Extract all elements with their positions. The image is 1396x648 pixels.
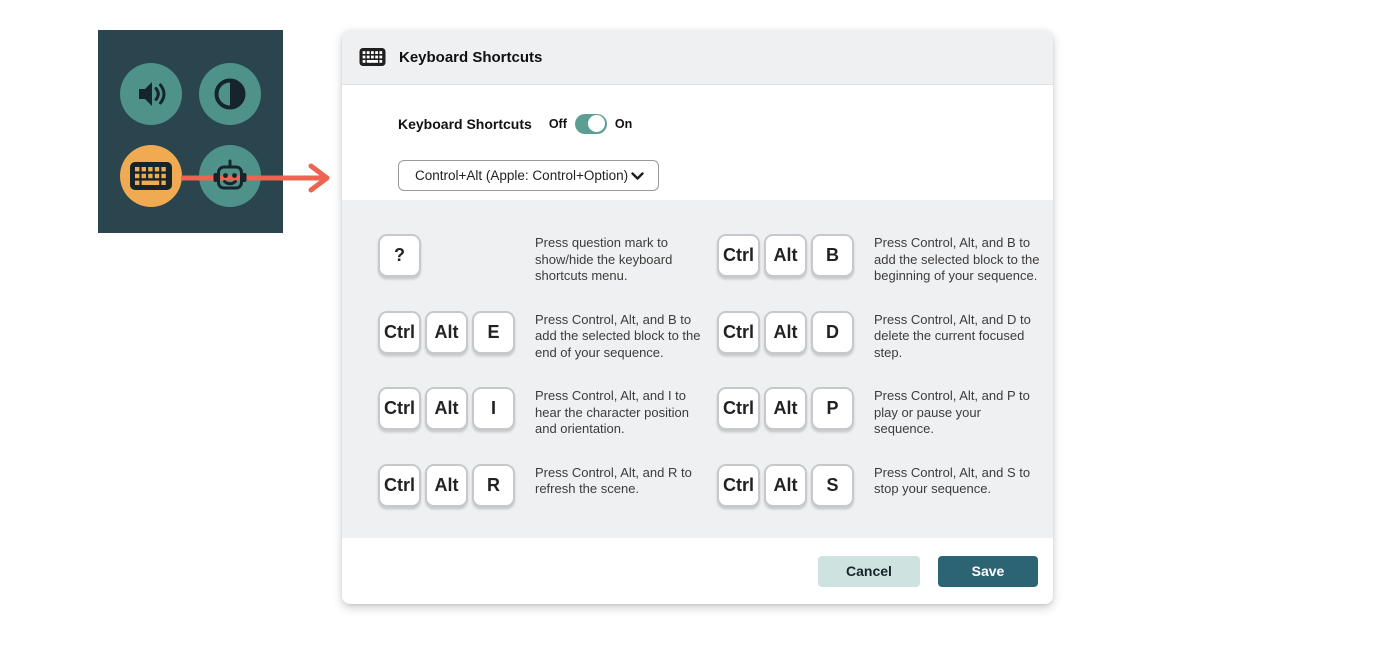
shortcut-keys: CtrlAltR [378,464,535,507]
shortcuts-column-right: CtrlAltB Press Control, Alt, and B to ad… [717,234,1044,538]
keycap: Ctrl [717,311,760,354]
keycap: Alt [425,311,468,354]
keyboard-shortcuts-dialog: Keyboard Shortcuts Keyboard Shortcuts Of… [342,30,1053,604]
keycap: Alt [764,234,807,277]
contrast-button[interactable] [199,63,261,125]
toggle-knob [588,115,605,132]
keycap: E [472,311,515,354]
shortcut-description: Press question mark to show/hide the key… [535,234,705,285]
dialog-title: Keyboard Shortcuts [399,49,542,66]
shortcut-description: Press Control, Alt, and B to add the sel… [874,234,1044,285]
keycap: D [811,311,854,354]
keycap: Ctrl [378,387,421,430]
shortcut-item: CtrlAltP Press Control, Alt, and P to pl… [717,387,1044,438]
keyboard-shortcuts-toggle[interactable] [575,114,607,134]
shortcut-keys: CtrlAltP [717,387,874,430]
shortcut-keys: CtrlAltS [717,464,874,507]
keycap: Alt [425,387,468,430]
keycap: Alt [764,311,807,354]
robot-icon [210,156,250,196]
shortcut-item: CtrlAltR Press Control, Alt, and R to re… [378,464,717,507]
modifier-key-value: Control+Alt (Apple: Control+Option) [415,168,628,183]
keycap: ? [378,234,421,277]
dialog-footer: Cancel Save [342,538,1053,604]
keycap: P [811,387,854,430]
shortcut-description: Press Control, Alt, and P to play or pau… [874,387,1044,438]
keyboard-button[interactable] [120,145,182,207]
toggle-label: Keyboard Shortcuts [398,116,532,132]
cancel-button[interactable]: Cancel [818,556,920,587]
keycap: Alt [764,464,807,507]
modifier-key-select[interactable]: Control+Alt (Apple: Control+Option) [398,160,659,191]
arrow-icon [181,158,337,198]
toggle-on-label: On [615,117,632,131]
keycap: Alt [425,464,468,507]
shortcut-item: CtrlAltE Press Control, Alt, and B to ad… [378,311,717,362]
shortcut-keys: CtrlAltI [378,387,535,430]
toggle-row: Keyboard Shortcuts Off On [398,112,1053,135]
shortcut-item: CtrlAltD Press Control, Alt, and D to de… [717,311,1044,362]
shortcuts-settings: Keyboard Shortcuts Off On Control+Alt (A… [342,85,1053,200]
shortcut-keys: CtrlAltB [717,234,874,277]
dialog-header: Keyboard Shortcuts [342,30,1053,85]
toggle-off-label: Off [549,117,567,131]
keycap: Alt [764,387,807,430]
keyboard-icon [359,47,386,67]
keyboard-icon [129,160,173,192]
keycap: Ctrl [717,387,760,430]
screen: Keyboard Shortcuts Keyboard Shortcuts Of… [0,0,1396,648]
keycap: Ctrl [717,464,760,507]
shortcut-item: CtrlAltI Press Control, Alt, and I to he… [378,387,717,438]
volume-button[interactable] [120,63,182,125]
shortcuts-column-left: ? Press question mark to show/hide the k… [378,234,717,538]
keycap: S [811,464,854,507]
keycap: B [811,234,854,277]
keycap: I [472,387,515,430]
keycap: Ctrl [717,234,760,277]
keycap: Ctrl [378,311,421,354]
shortcuts-list: ? Press question mark to show/hide the k… [342,200,1053,538]
shortcut-item: CtrlAltB Press Control, Alt, and B to ad… [717,234,1044,285]
contrast-icon [211,75,249,113]
shortcut-keys: CtrlAltE [378,311,535,354]
shortcut-keys: CtrlAltD [717,311,874,354]
shortcut-keys: ? [378,234,535,277]
keycap: Ctrl [378,464,421,507]
shortcut-description: Press Control, Alt, and R to refresh the… [535,464,705,498]
shortcut-description: Press Control, Alt, and D to delete the … [874,311,1044,362]
shortcut-description: Press Control, Alt, and S to stop your s… [874,464,1044,498]
save-button[interactable]: Save [938,556,1038,587]
chevron-down-icon [631,172,644,180]
volume-icon [132,75,170,113]
keycap: R [472,464,515,507]
shortcut-item: CtrlAltS Press Control, Alt, and S to st… [717,464,1044,507]
shortcut-description: Press Control, Alt, and I to hear the ch… [535,387,705,438]
shortcut-description: Press Control, Alt, and B to add the sel… [535,311,705,362]
accessibility-toolbar [98,30,283,233]
shortcut-item: ? Press question mark to show/hide the k… [378,234,717,285]
